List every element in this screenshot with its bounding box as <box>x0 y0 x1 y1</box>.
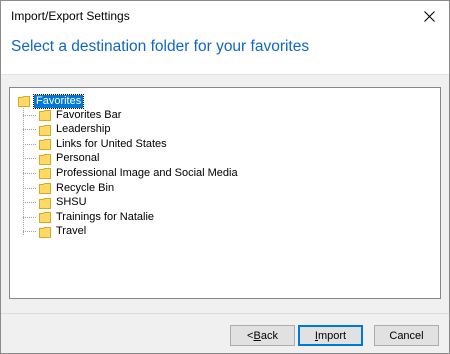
folder-icon <box>39 167 51 180</box>
cancel-button[interactable]: Cancel <box>374 325 439 346</box>
tree-item-label: SHSU <box>56 196 87 209</box>
tree-branch-line <box>23 172 36 174</box>
tree-branch-line <box>23 216 36 218</box>
tree-branch-line <box>23 114 36 116</box>
tree-item[interactable]: SHSU <box>23 196 87 210</box>
tree-root-label[interactable]: Favorites <box>32 93 85 109</box>
import-label-rest: mport <box>317 329 347 342</box>
tree-item[interactable]: Travel <box>23 225 86 239</box>
back-label-rest: ack <box>260 329 278 342</box>
tree-branch-line <box>23 187 36 189</box>
back-label-mnemonic: B <box>253 329 261 342</box>
folder-icon <box>39 197 51 209</box>
tree-branch-line <box>23 202 36 204</box>
tree-item[interactable]: Professional Image and Social Media <box>23 166 238 180</box>
tree-item-label: Links for United States <box>56 137 167 150</box>
tree-item-label: Trainings for Natalie <box>56 210 155 223</box>
folder-tree[interactable]: Favorites Favorites Bar Leadership Links f… <box>9 87 441 299</box>
tree-item[interactable]: Recycle Bin <box>23 181 114 195</box>
instruction-header: Select a destination folder for your fav… <box>1 31 449 74</box>
instruction-text: Select a destination folder for your fav… <box>11 38 310 55</box>
dialog-window: Import/Export Settings Select a destinat… <box>0 0 450 354</box>
folder-icon <box>18 95 30 107</box>
close-icon <box>423 10 435 22</box>
footer-divider <box>1 313 449 314</box>
tree-item[interactable]: Leadership <box>23 123 110 137</box>
folder-icon <box>39 226 51 238</box>
back-button[interactable]: < Back <box>230 325 295 346</box>
folder-icon <box>39 153 51 165</box>
tree-item-label: Recycle Bin <box>56 181 115 194</box>
tree-branch-line <box>23 143 36 145</box>
tree-item-label: Leadership <box>56 123 111 136</box>
header-divider <box>1 74 449 75</box>
tree-item-label: Favorites Bar <box>56 108 122 121</box>
close-button[interactable] <box>409 1 449 31</box>
import-button[interactable]: Import <box>298 325 363 346</box>
folder-icon <box>39 138 51 151</box>
tree-item[interactable]: Favorites Bar <box>23 108 121 122</box>
title-bar: Import/Export Settings <box>1 1 449 31</box>
tree-item[interactable]: Links for United States <box>23 137 167 151</box>
cancel-label: Cancel <box>389 329 424 342</box>
tree-item-label: Travel <box>56 225 87 238</box>
tree-item-label: Professional Image and Social Media <box>56 166 238 179</box>
tree-branch-line <box>23 129 36 131</box>
folder-icon <box>39 182 51 194</box>
tree-item[interactable]: Personal <box>23 152 99 166</box>
tree-item[interactable]: Trainings for Natalie <box>23 210 154 224</box>
folder-icon <box>39 124 51 136</box>
tree-branch-line <box>23 231 36 233</box>
folder-icon <box>39 211 51 224</box>
tree-item-label: Personal <box>56 152 100 165</box>
tree-root-favorites[interactable]: Favorites <box>18 93 85 109</box>
folder-icon <box>39 109 51 121</box>
tree-branch-line <box>23 158 36 160</box>
window-title: Import/Export Settings <box>11 9 130 23</box>
